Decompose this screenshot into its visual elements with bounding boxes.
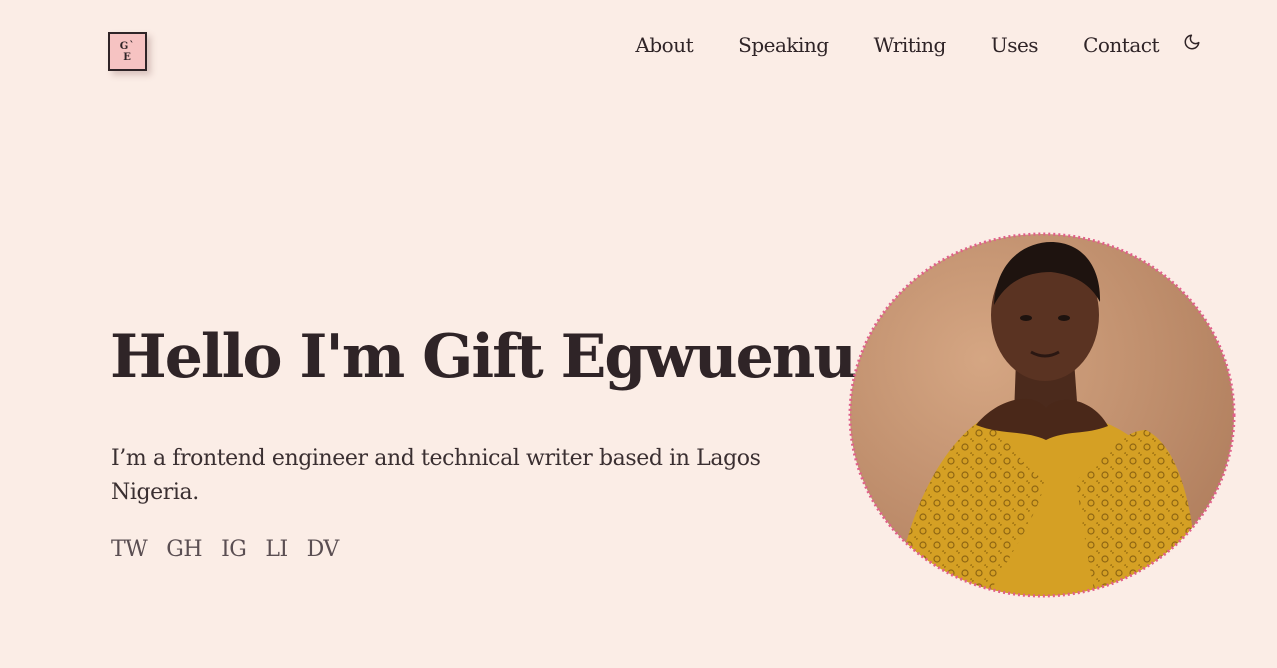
moon-icon: [1184, 34, 1200, 50]
logo-line-2: E: [123, 51, 132, 63]
nav-link-contact[interactable]: Contact: [1083, 33, 1159, 57]
hero-title: Hello I'm Gift Egwuenu: [110, 322, 857, 392]
social-link-linkedin[interactable]: LI: [265, 537, 288, 562]
social-links: TW GH IG LI DV: [111, 537, 358, 562]
nav-link-about[interactable]: About: [635, 33, 693, 57]
main-nav: About Speaking Writing Uses Contact: [635, 30, 1202, 60]
nav-link-speaking[interactable]: Speaking: [738, 33, 829, 57]
nav-link-uses[interactable]: Uses: [991, 33, 1039, 57]
logo-line-1: G`: [119, 40, 136, 52]
portrait-image: [850, 234, 1234, 596]
social-link-github[interactable]: GH: [166, 537, 202, 562]
profile-photo: [848, 232, 1236, 598]
hero-intro: I’m a frontend engineer and technical wr…: [111, 446, 761, 505]
nav-link-writing[interactable]: Writing: [874, 33, 947, 57]
social-link-devto[interactable]: DV: [307, 537, 340, 562]
theme-toggle-button[interactable]: [1182, 32, 1202, 52]
site-logo[interactable]: G` E: [108, 32, 147, 71]
social-link-instagram[interactable]: IG: [221, 537, 247, 562]
social-link-twitter[interactable]: TW: [111, 537, 148, 562]
